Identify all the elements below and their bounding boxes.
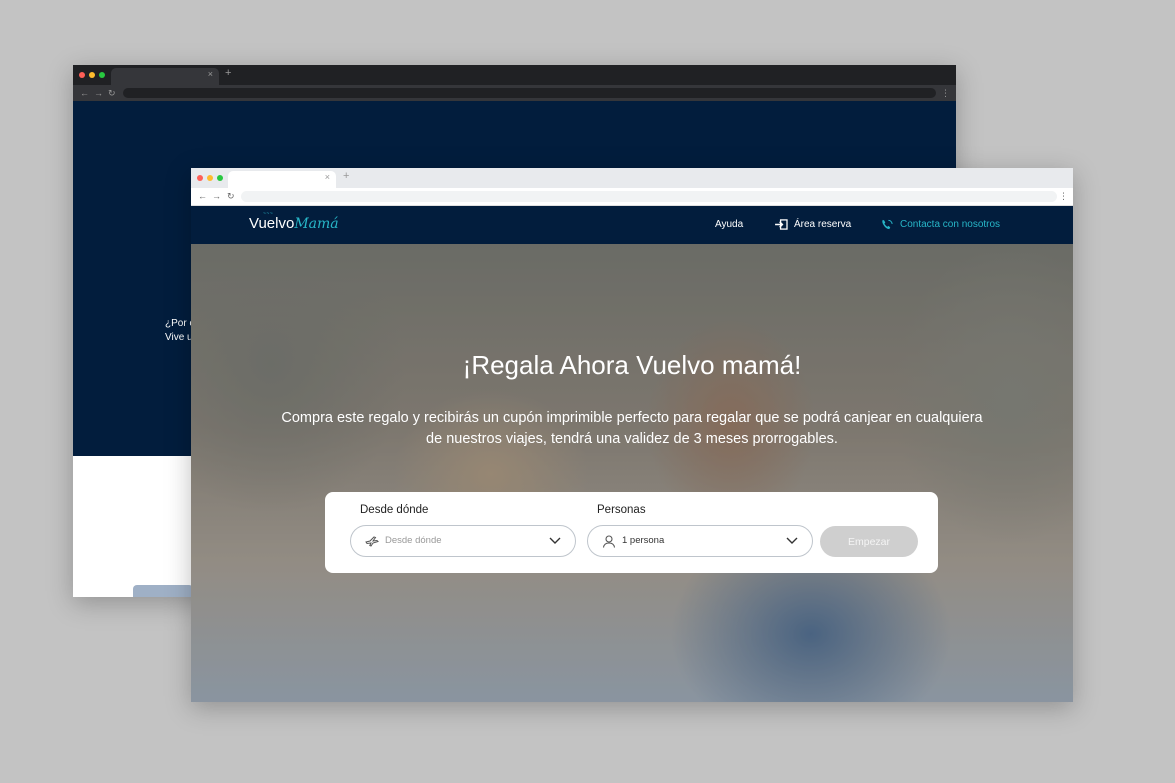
- browser-tab[interactable]: ×: [111, 68, 219, 85]
- people-value: 1 persona: [622, 535, 665, 546]
- site-logo[interactable]: ~~~ VuelvoMamá: [249, 211, 339, 232]
- plane-icon: [365, 536, 379, 547]
- people-select[interactable]: 1 persona: [587, 525, 813, 557]
- logo-main-text: Vuelvo: [249, 215, 295, 232]
- window-controls[interactable]: [79, 72, 105, 78]
- nav-contact-label: Contacta con nosotros: [900, 219, 1001, 230]
- url-field[interactable]: [123, 88, 936, 98]
- back-arrow-icon[interactable]: ←: [80, 85, 89, 101]
- new-tab-icon[interactable]: +: [343, 170, 349, 182]
- person-icon: [602, 535, 616, 548]
- menu-dots-icon[interactable]: ⋮: [941, 85, 950, 101]
- start-button[interactable]: Empezar: [820, 526, 918, 557]
- site-header: ~~~ VuelvoMamá Ayuda Área reserva Contac…: [191, 206, 1073, 244]
- forward-arrow-icon[interactable]: →: [94, 85, 103, 101]
- foreground-browser-window: × + ← → ↻ ⋮ ~~~ VuelvoMamá Ayuda Área re…: [191, 168, 1073, 702]
- hero-text-fragment: Vive u: [165, 332, 193, 343]
- browser-tab[interactable]: ×: [228, 171, 336, 188]
- menu-dots-icon[interactable]: ⋮: [1059, 188, 1068, 204]
- tab-close-icon[interactable]: ×: [208, 69, 213, 79]
- login-icon: [775, 219, 788, 230]
- reload-icon[interactable]: ↻: [227, 188, 235, 204]
- tab-close-icon[interactable]: ×: [325, 172, 330, 182]
- forward-arrow-icon[interactable]: →: [212, 188, 221, 204]
- address-bar: ← → ↻ ⋮: [73, 85, 956, 101]
- search-panel: Desde dónde Desde dónde Personas 1 perso…: [325, 492, 938, 573]
- back-arrow-icon[interactable]: ←: [198, 188, 207, 204]
- origin-select[interactable]: Desde dónde: [350, 525, 576, 557]
- nav-help-label: Ayuda: [715, 219, 744, 230]
- address-bar: ← → ↻ ⋮: [191, 188, 1073, 206]
- reload-icon[interactable]: ↻: [108, 85, 116, 101]
- nav-reservation-link[interactable]: Área reserva: [775, 219, 851, 230]
- url-field[interactable]: [241, 191, 1057, 202]
- origin-label: Desde dónde: [360, 504, 429, 516]
- hero-section: ¡Regala Ahora Vuelvo mamá! Compra este r…: [191, 244, 1073, 702]
- origin-placeholder: Desde dónde: [385, 535, 442, 546]
- hero-subtitle: Compra este regalo y recibirás un cupón …: [281, 410, 983, 447]
- image-thumbnail: [133, 585, 193, 597]
- chevron-down-icon: [786, 537, 798, 544]
- tab-bar: × +: [191, 168, 1073, 188]
- hero-title: ¡Regala Ahora Vuelvo mamá!: [462, 350, 802, 380]
- nav-reservation-label: Área reserva: [794, 219, 852, 230]
- people-label: Personas: [597, 504, 646, 516]
- phone-icon: [882, 219, 893, 230]
- logo-accent-text: Mamá: [294, 216, 339, 232]
- chevron-down-icon: [549, 537, 561, 544]
- new-tab-icon[interactable]: +: [225, 67, 231, 79]
- nav-contact-link[interactable]: Contacta con nosotros: [881, 219, 1000, 230]
- tab-bar: × +: [73, 65, 956, 85]
- window-controls[interactable]: [197, 175, 223, 181]
- nav-help-link[interactable]: Ayuda: [715, 219, 743, 230]
- logo-ornament: ~~~: [263, 211, 274, 217]
